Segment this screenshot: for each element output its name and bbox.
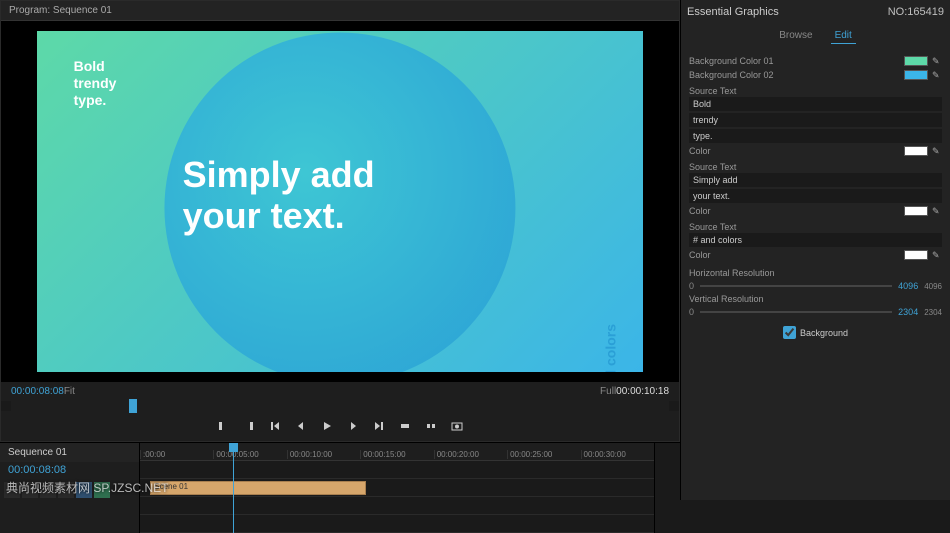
timecode-current[interactable]: 00:00:08:08	[11, 386, 64, 397]
timeline-timecode[interactable]: 00:00:08:08	[0, 462, 139, 478]
background-checkbox-label: Background	[800, 328, 848, 338]
source-text-1-line-1[interactable]	[689, 97, 942, 111]
program-monitor[interactable]: Bold trendy type. Simply add your text. …	[1, 21, 679, 382]
source-text-1-label: Source Text	[689, 86, 942, 96]
preview-text-side: # and colors	[602, 324, 618, 372]
color-1-swatch[interactable]	[904, 146, 928, 156]
timeline-track-header	[0, 478, 139, 502]
go-to-out-button[interactable]	[370, 417, 388, 435]
tab-edit[interactable]: Edit	[831, 28, 856, 44]
timeline-playhead[interactable]	[233, 443, 234, 533]
color-3-label: Color	[689, 250, 711, 260]
timeline-sequence-tab[interactable]: Sequence 01	[0, 443, 139, 462]
source-text-1-line-2[interactable]	[689, 113, 942, 127]
track-a2[interactable]	[140, 515, 654, 533]
step-forward-button[interactable]	[344, 417, 362, 435]
preview-text-bold: Bold trendy type.	[74, 58, 117, 108]
timeline-clip[interactable]: Scene 01	[150, 481, 366, 495]
mark-in-button[interactable]	[214, 417, 232, 435]
eyedropper-icon[interactable]: ✎	[932, 56, 942, 66]
program-scrubber[interactable]	[11, 401, 669, 411]
source-text-1-line-3[interactable]	[689, 129, 942, 143]
linked-selection-toggle[interactable]	[22, 482, 38, 498]
timeline-panel: Sequence 01 00:00:08:08 :00:00 00:00:05:…	[0, 442, 680, 533]
settings-button[interactable]	[58, 482, 74, 498]
export-frame-button[interactable]	[448, 417, 466, 435]
playhead-icon[interactable]	[129, 399, 137, 413]
timeline-tracks-area[interactable]: :00:00 00:00:05:00 00:00:10:00 00:00:15:…	[140, 443, 654, 533]
vertical-resolution-slider[interactable]	[700, 311, 892, 313]
horizontal-resolution-value[interactable]: 4096	[898, 281, 918, 291]
eyedropper-icon[interactable]: ✎	[932, 70, 942, 80]
color-1-label: Color	[689, 146, 711, 156]
bg-color-02-swatch[interactable]	[904, 70, 928, 80]
eyedropper-icon[interactable]: ✎	[932, 206, 942, 216]
bg-color-02-label: Background Color 02	[689, 70, 774, 80]
bg-color-01-swatch[interactable]	[904, 56, 928, 66]
color-3-swatch[interactable]	[904, 250, 928, 260]
background-checkbox[interactable]	[783, 326, 796, 339]
track-a1-toggle[interactable]	[94, 482, 110, 498]
source-text-2-label: Source Text	[689, 162, 942, 172]
timeline-ruler[interactable]: :00:00 00:00:05:00 00:00:10:00 00:00:15:…	[140, 443, 654, 461]
vertical-resolution-label: Vertical Resolution	[689, 294, 942, 304]
eyedropper-icon[interactable]: ✎	[932, 250, 942, 260]
track-v1[interactable]: Scene 01	[140, 479, 654, 497]
fit-dropdown[interactable]: Fit	[64, 386, 75, 397]
go-to-in-button[interactable]	[266, 417, 284, 435]
preview-canvas: Bold trendy type. Simply add your text. …	[37, 31, 642, 372]
step-back-button[interactable]	[292, 417, 310, 435]
bg-color-01-label: Background Color 01	[689, 56, 774, 66]
preview-text-main: Simply add your text.	[183, 154, 375, 237]
vertical-resolution-value[interactable]: 2304	[898, 307, 918, 317]
essential-graphics-title: Essential Graphics	[681, 0, 950, 24]
eyedropper-icon[interactable]: ✎	[932, 146, 942, 156]
marker-button[interactable]	[40, 482, 56, 498]
tab-browse[interactable]: Browse	[775, 28, 816, 44]
mark-out-button[interactable]	[240, 417, 258, 435]
snap-toggle[interactable]	[4, 482, 20, 498]
play-button[interactable]	[318, 417, 336, 435]
timecode-duration: 00:00:10:18	[616, 386, 669, 397]
source-text-3-label: Source Text	[689, 222, 942, 232]
quality-dropdown[interactable]: Full	[600, 386, 616, 397]
extract-button[interactable]	[422, 417, 440, 435]
track-v2[interactable]	[140, 461, 654, 479]
source-text-2-line-2[interactable]	[689, 189, 942, 203]
program-monitor-panel: Program: Sequence 01 Bold trendy type. S…	[0, 0, 680, 442]
audio-meter	[654, 443, 680, 533]
source-text-3-line-1[interactable]	[689, 233, 942, 247]
essential-graphics-panel: Essential Graphics Browse Edit Backgroun…	[680, 0, 950, 500]
source-text-2-line-1[interactable]	[689, 173, 942, 187]
color-2-label: Color	[689, 206, 711, 216]
program-panel-title: Program: Sequence 01	[1, 1, 679, 21]
lift-button[interactable]	[396, 417, 414, 435]
track-a1[interactable]	[140, 497, 654, 515]
horizontal-resolution-slider[interactable]	[700, 285, 892, 287]
transport-controls	[1, 411, 679, 441]
track-v1-toggle[interactable]	[76, 482, 92, 498]
color-2-swatch[interactable]	[904, 206, 928, 216]
horizontal-resolution-label: Horizontal Resolution	[689, 268, 942, 278]
